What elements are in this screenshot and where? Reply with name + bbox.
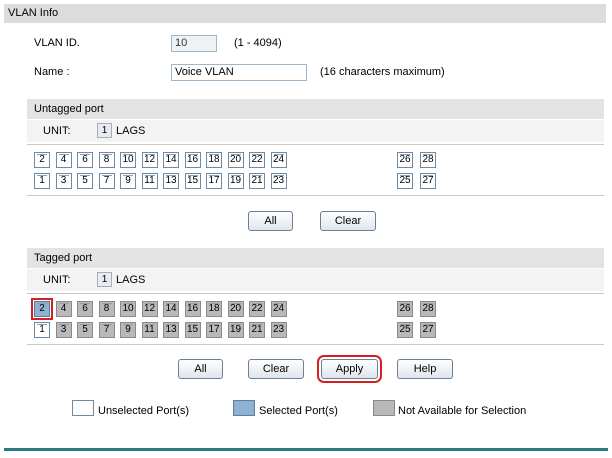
untagged-port-header: Untagged port [27,99,604,119]
tagged-unit-value[interactable]: 1 [97,272,112,287]
port-tagged-9[interactable]: 9 [120,322,136,338]
port-untagged-25[interactable]: 25 [397,173,413,189]
port-untagged-13[interactable]: 13 [163,173,179,189]
port-tagged-22[interactable]: 22 [249,301,265,317]
port-tagged-8[interactable]: 8 [98,301,115,317]
untagged-lags-label[interactable]: LAGS [116,125,145,137]
port-tagged-6[interactable]: 6 [77,301,93,317]
port-tagged-26[interactable]: 26 [397,301,413,317]
vlan-id-field: 10 [171,35,217,52]
port-untagged-6[interactable]: 6 [77,152,93,168]
port-untagged-15[interactable]: 15 [184,173,201,189]
port-tagged-11[interactable]: 11 [141,322,158,338]
port-tagged-20[interactable]: 20 [227,301,244,317]
tagged-port-grid: 2 4 6 8 10 12 14 16 18 20 22 24 26 28 1 3 5 7 9 11 13 15 17 19 2… [27,293,604,345]
untagged-unit-row: UNIT: 1 LAGS [27,120,604,142]
vlan-info-header: VLAN Info [4,4,606,23]
port-tagged-4[interactable]: 4 [55,301,72,317]
name-hint: (16 characters maximum) [320,66,445,78]
tagged-clear-button[interactable]: Clear [248,359,304,379]
port-untagged-11[interactable]: 11 [141,173,158,189]
port-untagged-18[interactable]: 18 [206,152,222,168]
help-button[interactable]: Help [397,359,453,379]
bottom-divider [4,448,608,451]
port-tagged-16[interactable]: 16 [184,301,201,317]
port-tagged-3[interactable]: 3 [55,322,72,338]
name-label: Name : [34,66,70,78]
port-tagged-28[interactable]: 28 [420,301,436,317]
tagged-port-header: Tagged port [27,248,604,268]
port-untagged-16[interactable]: 16 [184,152,201,168]
tagged-unit-label: UNIT: [43,274,71,286]
unselected-port-legend-label: Unselected Port(s) [98,405,190,417]
port-untagged-3[interactable]: 3 [55,173,72,189]
port-untagged-23[interactable]: 23 [270,173,287,189]
not-available-legend-icon [373,400,395,416]
port-tagged-21[interactable]: 21 [249,322,265,338]
port-untagged-12[interactable]: 12 [141,152,158,168]
untagged-port-grid: 2 4 6 8 10 12 14 16 18 20 22 24 26 28 1 3 5 7 9 11 13 15 17 19 2… [27,144,604,196]
selected-port-legend-icon [233,400,255,416]
port-tagged-19[interactable]: 19 [227,322,244,338]
port-tagged-25[interactable]: 25 [397,322,413,338]
port-untagged-26[interactable]: 26 [397,152,413,168]
port-tagged-10[interactable]: 10 [120,301,136,317]
port-untagged-10[interactable]: 10 [120,152,136,168]
not-available-legend-label: Not Available for Selection [398,405,527,417]
port-untagged-27[interactable]: 27 [420,173,436,189]
port-untagged-5[interactable]: 5 [77,173,93,189]
port-untagged-4[interactable]: 4 [55,152,72,168]
port-untagged-1[interactable]: 1 [34,173,50,189]
port-untagged-9[interactable]: 9 [120,173,136,189]
tagged-unit-row: UNIT: 1 LAGS [27,269,604,291]
port-tagged-1[interactable]: 1 [34,322,50,338]
port-untagged-7[interactable]: 7 [98,173,115,189]
selected-port-legend-label: Selected Port(s) [259,405,338,417]
port-untagged-2[interactable]: 2 [34,152,50,168]
port-tagged-2[interactable]: 2 [31,298,53,320]
port-untagged-21[interactable]: 21 [249,173,265,189]
port-untagged-28[interactable]: 28 [420,152,436,168]
port-tagged-5[interactable]: 5 [77,322,93,338]
port-tagged-14[interactable]: 14 [163,301,179,317]
port-tagged-13[interactable]: 13 [163,322,179,338]
port-untagged-24[interactable]: 24 [270,152,287,168]
port-tagged-18[interactable]: 18 [206,301,222,317]
port-untagged-22[interactable]: 22 [249,152,265,168]
name-field[interactable]: Voice VLAN [171,64,307,81]
port-tagged-23[interactable]: 23 [270,322,287,338]
port-untagged-17[interactable]: 17 [206,173,222,189]
apply-button[interactable]: Apply [317,355,382,383]
port-tagged-15[interactable]: 15 [184,322,201,338]
port-untagged-19[interactable]: 19 [227,173,244,189]
port-tagged-24[interactable]: 24 [270,301,287,317]
untagged-unit-label: UNIT: [43,125,71,137]
port-tagged-7[interactable]: 7 [98,322,115,338]
vlan-id-hint: (1 - 4094) [234,37,282,49]
vlan-id-label: VLAN ID. [34,37,80,49]
tagged-all-button[interactable]: All [178,359,223,379]
port-untagged-20[interactable]: 20 [227,152,244,168]
untagged-clear-button[interactable]: Clear [320,211,376,231]
port-tagged-17[interactable]: 17 [206,322,222,338]
unselected-port-legend-icon [72,400,94,416]
untagged-unit-value[interactable]: 1 [97,123,112,138]
port-untagged-8[interactable]: 8 [98,152,115,168]
port-tagged-12[interactable]: 12 [141,301,158,317]
port-tagged-27[interactable]: 27 [420,322,436,338]
untagged-all-button[interactable]: All [248,211,293,231]
tagged-lags-label[interactable]: LAGS [116,274,145,286]
port-untagged-14[interactable]: 14 [163,152,179,168]
